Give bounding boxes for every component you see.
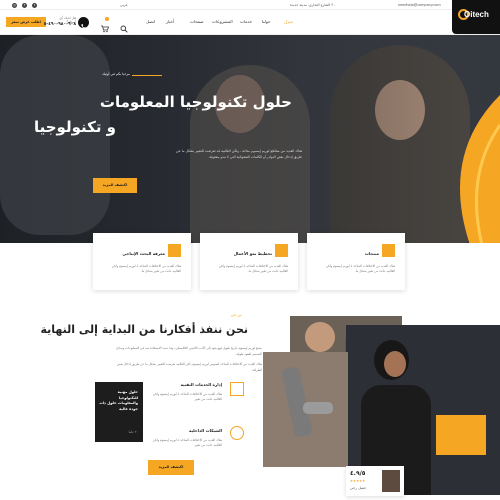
highlight-box: حلول مهنية للتكنولوجيا والمعلومات حلول ذ… bbox=[95, 382, 143, 442]
products-icon bbox=[382, 244, 395, 257]
about-paragraph-2: هناك العديد من الاختلافات المتاحة لنصوص … bbox=[116, 362, 262, 372]
hero-title-line1: حلول تكنولوجيا المعلومات bbox=[99, 93, 292, 111]
nav-item-home[interactable]: منزل bbox=[284, 19, 293, 24]
about-tag: من نحن bbox=[230, 313, 242, 317]
rating-stars: ★★★★★ bbox=[350, 479, 366, 483]
chart-icon bbox=[275, 244, 288, 257]
service-card[interactable]: تخطيط نمو الأعمال هناك العديد من الاختلا… bbox=[200, 233, 298, 290]
robot-arm-photo bbox=[263, 352, 348, 467]
feature-description: هناك العديد من الاختلافات المتاحة لـ لور… bbox=[152, 392, 222, 401]
nav-item-projects[interactable]: المشروعات bbox=[212, 19, 233, 24]
feature-title: الشبكات الداخلية bbox=[189, 428, 222, 433]
twitter-icon[interactable]: t bbox=[32, 2, 37, 8]
rocket-icon bbox=[168, 244, 181, 257]
about-discover-button[interactable]: اكتشف المزيد bbox=[148, 460, 194, 475]
about-paragraph-1: يتمتع لوريم إيبسوم بتاريخ طويل فهو يعود … bbox=[116, 346, 262, 356]
hero-description: هناك العديد من مقاطع لوريم إيبسوم متاحة … bbox=[176, 149, 302, 159]
address-text: ٣٠ الشارع التجاري، مدينة جديدة bbox=[290, 3, 336, 7]
avatar bbox=[382, 470, 400, 492]
rating-value: ٤.٩/٥ bbox=[350, 470, 366, 477]
language-switch[interactable]: عربي bbox=[120, 3, 128, 7]
testimonial-name: جميل رجي bbox=[350, 486, 367, 490]
instagram-icon[interactable]: ◎ bbox=[12, 2, 17, 8]
quote-button[interactable]: اطلب عرض سعر bbox=[6, 17, 46, 27]
nav-item-pages[interactable]: صفحات bbox=[190, 19, 204, 24]
hero-banner: مرحبا بكم في أوتيك حلول تكنولوجيا المعلو… bbox=[0, 35, 500, 243]
about-title: نحن ننفذ أفكارنا من البداية إلى النهاية bbox=[40, 323, 248, 336]
facebook-icon[interactable]: f bbox=[22, 2, 27, 8]
site-logo[interactable]: Oitech bbox=[452, 0, 500, 34]
phone-icon bbox=[78, 17, 89, 29]
hero-discover-button[interactable]: اكتشف المزيد bbox=[93, 178, 137, 193]
nav-item-news[interactable]: أخبار bbox=[166, 19, 174, 24]
hero-badge: مرحبا بكم في أوتيك bbox=[102, 72, 130, 76]
top-bar: ◎ f t عربي ٣٠ الشارع التجاري، مدينة جديد… bbox=[0, 0, 500, 10]
feature-title: إدارة الخدمات التقنية bbox=[180, 382, 222, 387]
globe-icon bbox=[230, 426, 244, 440]
service-card[interactable]: معرفة البحث الإنتاجي هناك العديد من الاخ… bbox=[93, 233, 191, 290]
testimonial-card: ٤.٩/٥ ★★★★★ جميل رجي bbox=[346, 466, 404, 496]
hero-title-line2: و تكنولوجيا bbox=[33, 118, 116, 136]
email-text[interactable]: needhelp@company.com bbox=[398, 3, 441, 7]
service-card[interactable]: منتجات هناك العديد من الاختلافات المتاحة… bbox=[307, 233, 405, 290]
server-icon bbox=[230, 382, 244, 396]
feature-description: هناك العديد من الاختلافات المتاحة لـ لور… bbox=[152, 438, 222, 447]
main-header: اطلب عرض سعر هل لديك أي أسئلة؟ ٩٠٨-٩٨٠-٤… bbox=[0, 10, 500, 35]
nav-item-about[interactable]: حولنا bbox=[262, 19, 271, 24]
phone-number[interactable]: ٩٠٨-٩٨٠-٤٩٠-٥ bbox=[44, 22, 76, 27]
nav-item-contact[interactable]: اتصل bbox=[146, 19, 155, 24]
nav-item-services[interactable]: خدمات bbox=[240, 19, 252, 24]
